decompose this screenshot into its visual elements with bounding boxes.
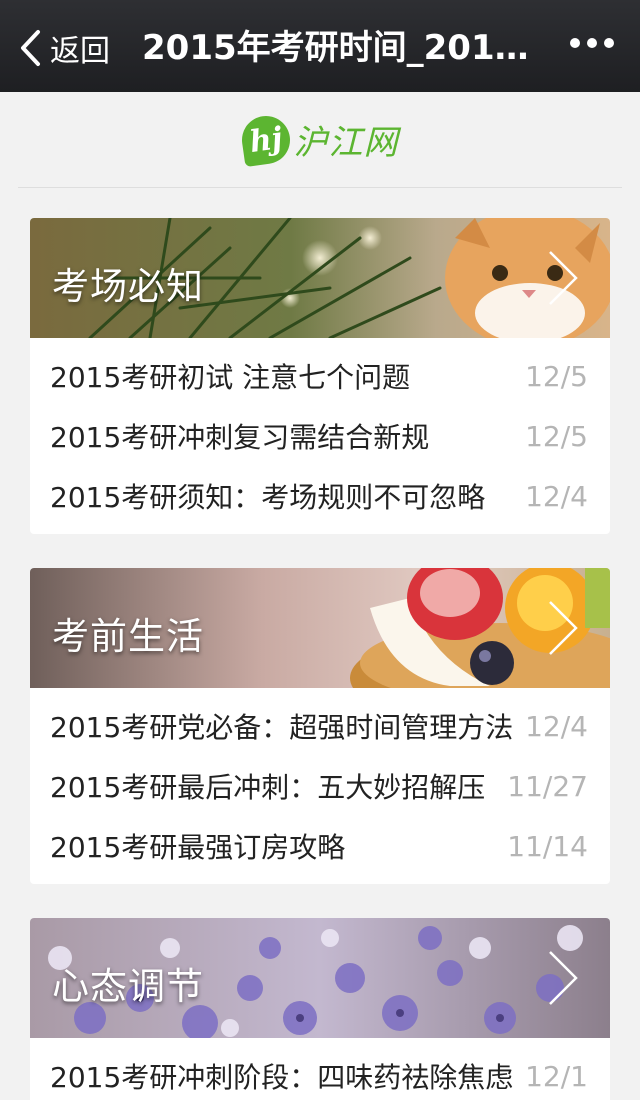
chevron-right-icon (549, 951, 578, 1005)
section-card-mindset: 心态调节 2015考研冲刺阶段：四味药祛除焦虑 12/1 (30, 918, 610, 1100)
article-date: 12/1 (525, 1059, 588, 1093)
article-date: 12/5 (525, 359, 588, 393)
article-title: 2015考研最后冲刺：五大妙招解压 (50, 771, 486, 804)
list-item[interactable]: 2015考研冲刺阶段：四味药祛除焦虑 12/1 (30, 1046, 610, 1100)
section-card-exam-room: 考场必知 2015考研初试 注意七个问题 12/5 2015考研冲刺复习需结合新… (30, 218, 610, 534)
section-banner[interactable]: 考前生活 (30, 568, 610, 688)
section-banner[interactable]: 心态调节 (30, 918, 610, 1038)
list-item[interactable]: 2015考研最强订房攻略 11/14 (30, 816, 610, 876)
section-title: 考前生活 (52, 615, 204, 658)
article-list: 2015考研冲刺阶段：四味药祛除焦虑 12/1 (30, 1038, 610, 1100)
article-title: 2015考研党必备：超强时间管理方法 (50, 711, 514, 744)
section-title: 心态调节 (52, 965, 204, 1008)
list-item[interactable]: 2015考研冲刺复习需结合新规 12/5 (30, 406, 610, 466)
list-item[interactable]: 2015考研初试 注意七个问题 12/5 (30, 346, 610, 406)
list-item[interactable]: 2015考研最后冲刺：五大妙招解压 11/27 (30, 756, 610, 816)
list-item[interactable]: 2015考研党必备：超强时间管理方法 12/4 (30, 696, 610, 756)
page-title: 2015年考研时间_2015年考研时间安排 (142, 28, 552, 68)
chevron-right-icon (549, 601, 578, 655)
list-item[interactable]: 2015考研须知：考场规则不可忽略 12/4 (30, 466, 610, 526)
article-title: 2015考研冲刺阶段：四味药祛除焦虑 (50, 1061, 514, 1094)
article-title: 2015考研初试 注意七个问题 (50, 361, 411, 394)
chevron-right-icon (549, 251, 578, 305)
article-date: 12/5 (525, 419, 588, 453)
article-date: 11/27 (507, 769, 588, 803)
back-button[interactable]: 返回 (18, 28, 110, 69)
section-card-pre-exam-life: 考前生活 2015考研党必备：超强时间管理方法 12/4 2015考研最后冲刺：… (30, 568, 610, 884)
article-list: 2015考研初试 注意七个问题 12/5 2015考研冲刺复习需结合新规 12/… (30, 338, 610, 534)
logo-text: 沪江网 (293, 123, 399, 163)
hujiang-logo: hj 沪江网 (238, 112, 399, 167)
more-icon[interactable] (570, 38, 614, 48)
article-date: 12/4 (525, 479, 588, 513)
logo-badge: hj (238, 112, 293, 167)
section-title: 考场必知 (52, 265, 204, 308)
section-banner[interactable]: 考场必知 (30, 218, 610, 338)
back-label: 返回 (50, 34, 110, 69)
article-title: 2015考研最强订房攻略 (50, 831, 346, 864)
article-title: 2015考研须知：考场规则不可忽略 (50, 481, 486, 514)
article-date: 11/14 (507, 829, 588, 863)
article-date: 12/4 (525, 709, 588, 743)
chevron-left-icon (21, 30, 40, 66)
logo-header: hj 沪江网 (18, 92, 622, 188)
navigation-bar: 返回 2015年考研时间_2015年考研时间安排 (0, 0, 640, 92)
article-title: 2015考研冲刺复习需结合新规 (50, 421, 430, 454)
article-list: 2015考研党必备：超强时间管理方法 12/4 2015考研最后冲刺：五大妙招解… (30, 688, 610, 884)
